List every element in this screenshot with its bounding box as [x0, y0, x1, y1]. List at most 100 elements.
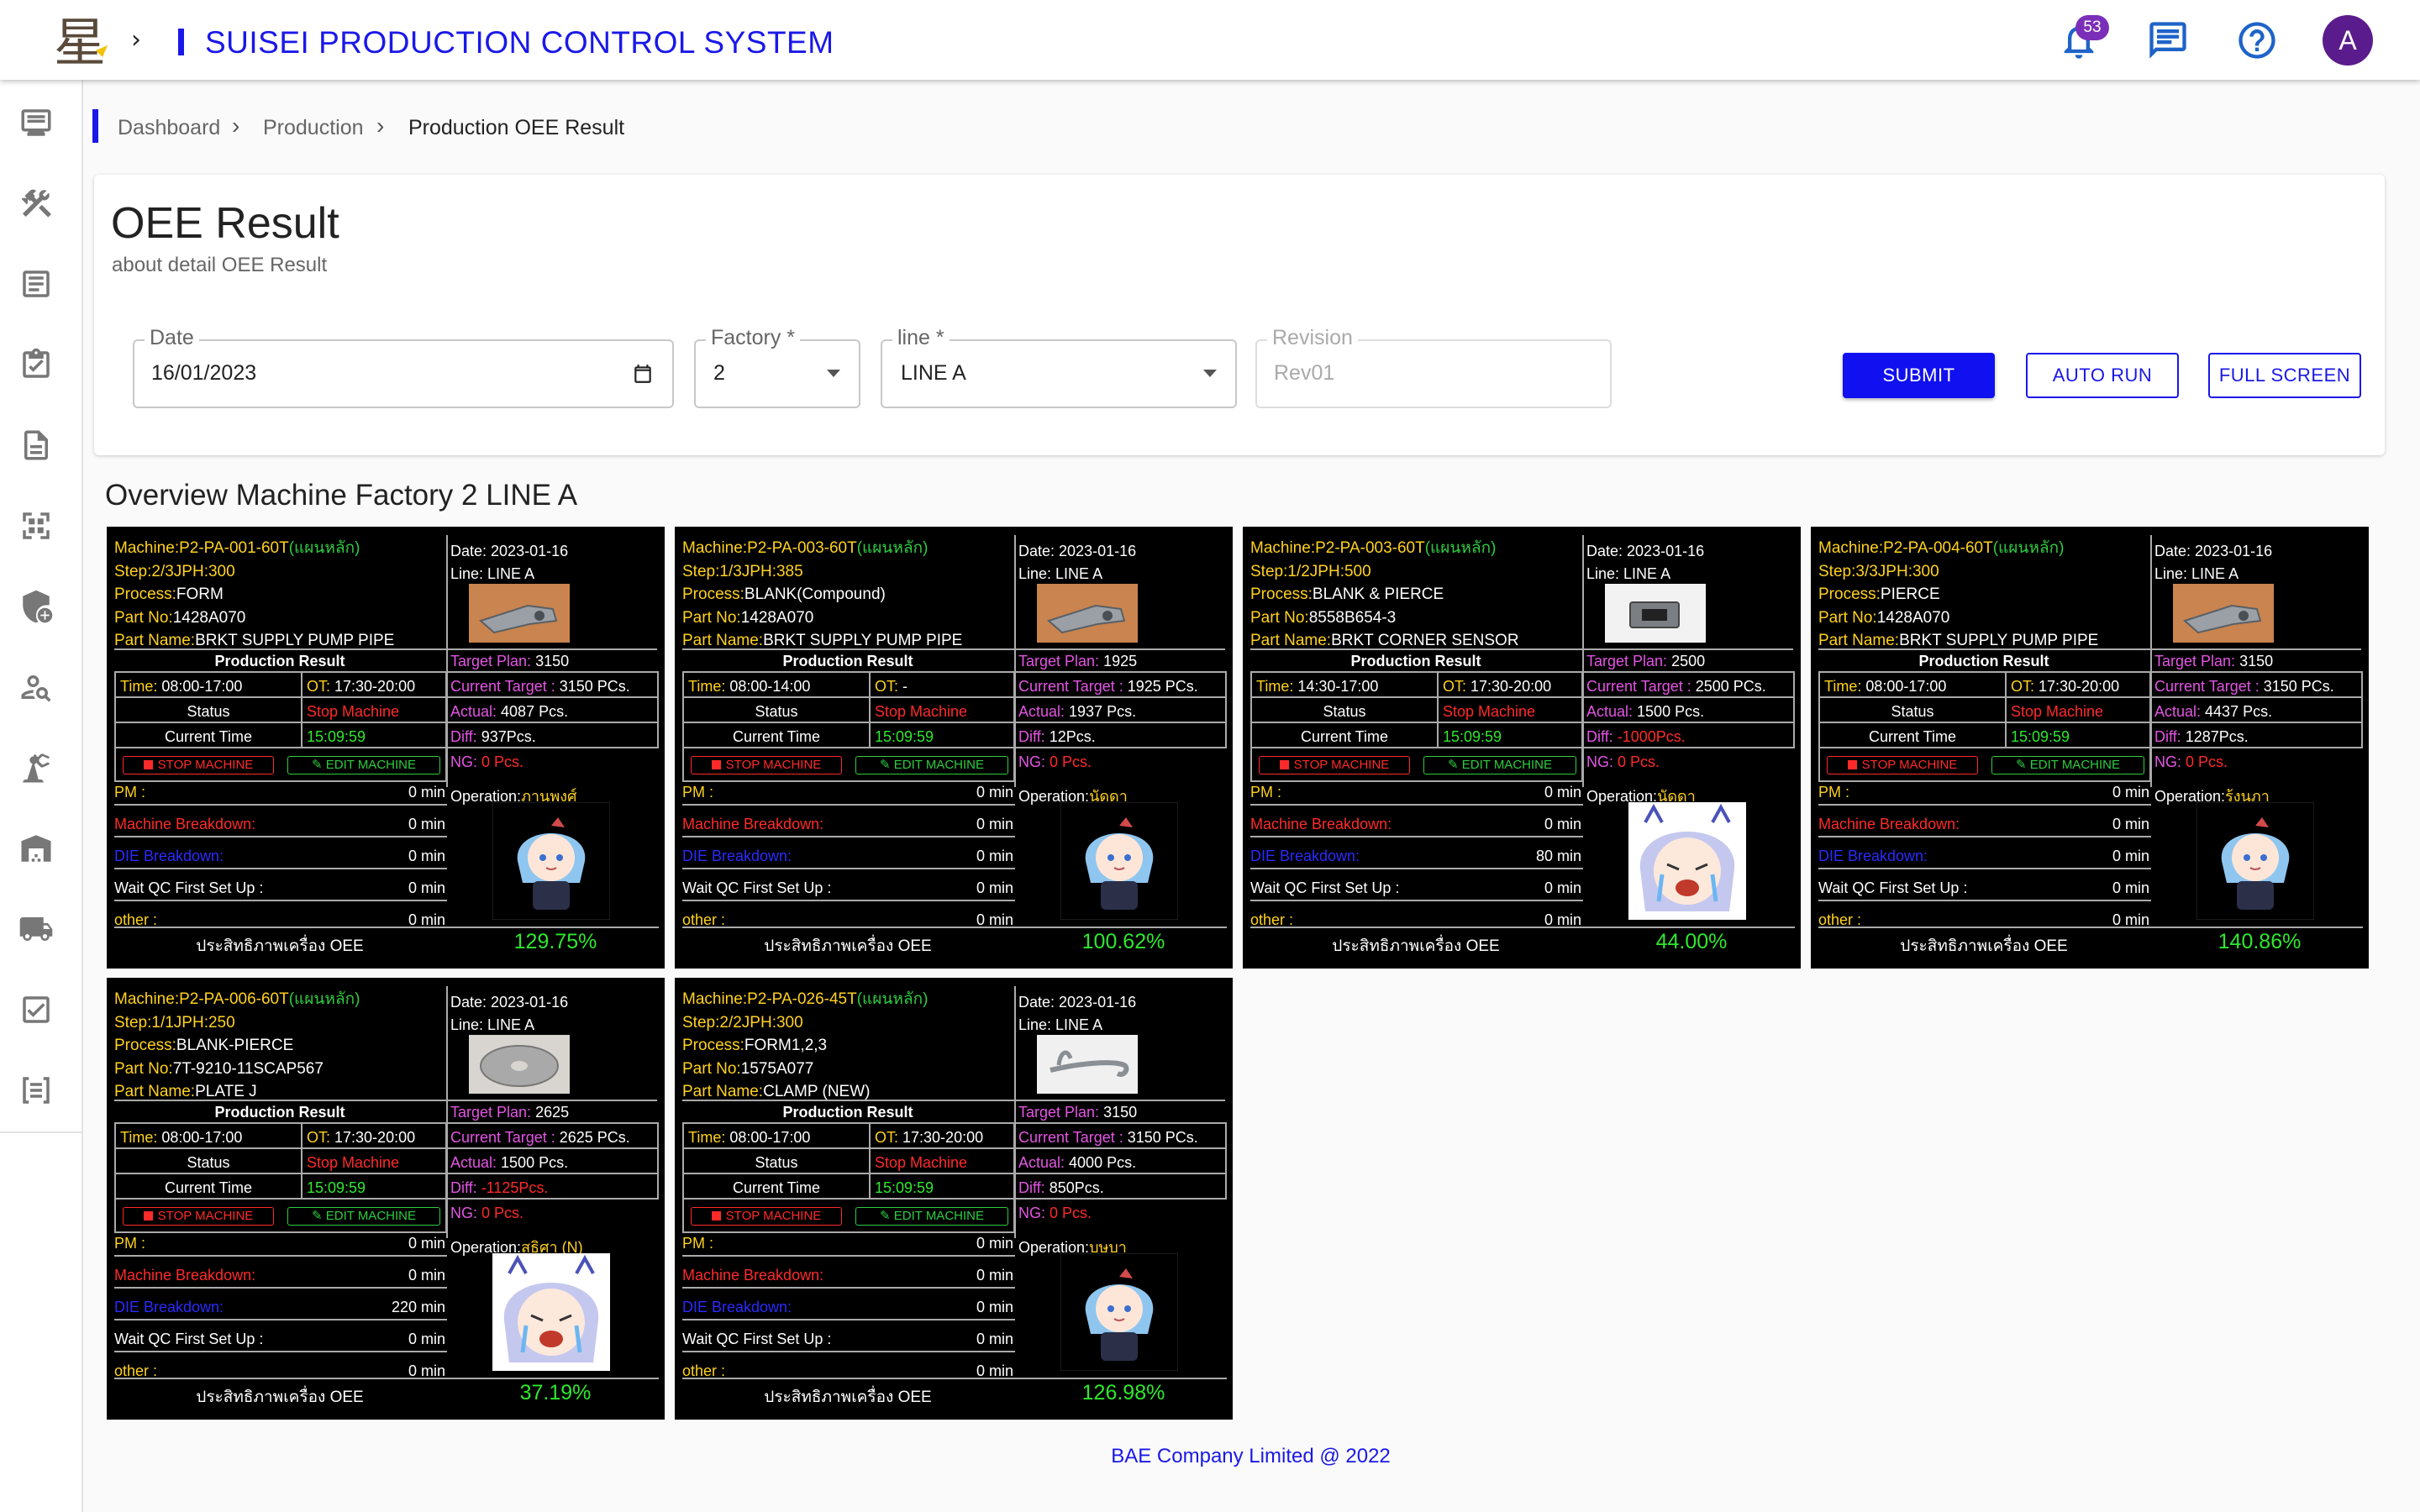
current-target-text: Current Target :	[450, 1129, 560, 1146]
edit-machine-button[interactable]: ✎ EDIT MACHINE	[855, 756, 1008, 774]
panel-row: Date: 2023-01-16	[2154, 540, 2272, 563]
current-time-value: 15:09:59	[307, 1179, 366, 1196]
stop-machine-button[interactable]: STOP MACHINE	[691, 756, 842, 774]
oee-value: 37.19%	[519, 1381, 592, 1404]
panel-divider	[114, 836, 447, 837]
delivery-truck-icon[interactable]	[18, 911, 54, 947]
shield-add-icon[interactable]	[18, 589, 54, 624]
submit-button[interactable]: SUBMIT	[1843, 353, 1995, 398]
robot-arm-icon[interactable]	[18, 750, 54, 785]
part-name-value: CLAMP (NEW)	[763, 1083, 871, 1100]
chat-message-icon[interactable]	[2146, 18, 2190, 62]
machine-value: P2-PA-001-60T	[179, 539, 289, 557]
wait-qc-value: 0 min	[1544, 879, 1581, 896]
panel-divider	[114, 1319, 447, 1320]
factory-value: 2	[713, 361, 725, 385]
edit-machine-button[interactable]: ✎ EDIT MACHINE	[855, 1207, 1008, 1226]
part-name-value: BRKT CORNER SENSOR	[1331, 632, 1519, 649]
production-result-header: Production Result	[1350, 653, 1481, 669]
chibi-avatar-image	[492, 801, 611, 921]
wait-qc-text: Wait QC First Set Up :	[114, 879, 264, 896]
help-question-icon[interactable]	[2235, 18, 2279, 62]
machine-note-text: (แผนหลัก)	[856, 990, 929, 1008]
panel-row: Current Target : 1925 PCs.	[1018, 678, 1198, 696]
edit-machine-button[interactable]: ✎ EDIT MACHINE	[1991, 756, 2144, 774]
checkbox-task-icon[interactable]	[18, 992, 54, 1027]
stop-machine-button[interactable]: STOP MACHINE	[1259, 756, 1410, 774]
full-screen-button[interactable]: FULL SCREEN	[2208, 353, 2361, 398]
chevron-down-icon[interactable]	[1203, 370, 1217, 377]
date-value[interactable]: 16/01/2023	[151, 361, 256, 386]
actual-value: 1937 Pcs.	[1069, 703, 1137, 720]
stop-machine-button[interactable]: STOP MACHINE	[691, 1207, 842, 1226]
target-plan-value: 2625	[535, 1104, 570, 1121]
users-manage-icon[interactable]	[18, 669, 54, 705]
chevron-down-icon[interactable]	[827, 370, 840, 377]
current-time-text: Current Time	[1300, 728, 1389, 745]
clipboard-check-icon[interactable]	[18, 347, 54, 382]
tools-icon[interactable]	[18, 186, 54, 221]
part-no-text: Part No:	[114, 608, 173, 627]
machine-note-text: (แผนหลัก)	[1424, 539, 1497, 557]
panel-divider	[1250, 927, 1795, 928]
date-text: Date:	[450, 543, 492, 559]
document-list-icon[interactable]	[18, 266, 54, 302]
breadcrumb-production[interactable]: Production	[263, 116, 364, 140]
panel-row: Time: 08:00-14:00	[688, 678, 810, 696]
qr-scan-icon[interactable]	[18, 508, 54, 543]
part-no-text: Part No:	[1250, 608, 1309, 627]
machine-text: Machine:	[114, 539, 180, 557]
ng-text: NG:	[2154, 753, 2186, 770]
status-value: Stop Machine	[307, 1154, 400, 1171]
stop-machine-text: STOP MACHINE	[157, 758, 254, 772]
machine-breakdown-value: 0 min	[1544, 816, 1581, 832]
stop-machine-button[interactable]: STOP MACHINE	[123, 756, 274, 774]
user-avatar[interactable]: A	[2323, 15, 2373, 66]
oee-value: 140.86%	[2217, 930, 2302, 953]
time-text: Time:	[120, 678, 162, 695]
menu-expand-chevron-icon[interactable]: ›	[131, 25, 141, 55]
suisei-logo[interactable]: 星	[49, 8, 116, 73]
machine-note-text: (แผนหลัก)	[288, 539, 360, 557]
edit-machine-button[interactable]: ✎ EDIT MACHINE	[287, 1207, 440, 1226]
stop-machine-button[interactable]: STOP MACHINE	[123, 1207, 274, 1226]
machine-panel-3: Machine:P2-PA-003-60T(แผนหลัก) Step:1/2J…	[1243, 527, 1801, 969]
panel-row: Process:BLANK & PIERCE	[1250, 583, 1586, 606]
edit-machine-button[interactable]: ✎ EDIT MACHINE	[287, 756, 440, 774]
stop-machine-button[interactable]: STOP MACHINE	[1827, 756, 1978, 774]
actual-value: 1500 Pcs.	[501, 1154, 569, 1171]
calendar-icon[interactable]	[632, 363, 654, 385]
process-value: BLANK-PIERCE	[176, 1037, 294, 1054]
panel-divider	[682, 804, 1015, 806]
machine-text: Machine:	[1818, 539, 1884, 557]
current-target-text: Current Target :	[1018, 1129, 1128, 1146]
panel-row: Date: 2023-01-16	[450, 991, 568, 1014]
stop-square-icon	[143, 760, 153, 769]
time-value: 08:00-14:00	[729, 678, 811, 695]
panel-row: PM : 0 min	[682, 1235, 1013, 1252]
ot-value: 17:30-20:00	[2039, 678, 2120, 695]
monitor-list-icon[interactable]	[18, 105, 54, 140]
panel-divider	[1250, 836, 1583, 837]
chibi-avatar-image	[1060, 801, 1179, 921]
time-value: 08:00-17:00	[161, 678, 243, 695]
report-frame-icon[interactable]	[18, 1073, 54, 1108]
breadcrumb-dashboard[interactable]: Dashboard	[118, 116, 220, 140]
auto-run-button[interactable]: AUTO RUN	[2026, 353, 2179, 398]
diff-text: Diff:	[1018, 728, 1050, 745]
other-text: other :	[1818, 911, 1862, 928]
file-text-icon[interactable]	[18, 428, 54, 463]
edit-machine-button[interactable]: ✎ EDIT MACHINE	[1423, 756, 1576, 774]
panel-row: Date: 2023-01-16	[1018, 540, 1136, 563]
panel-row: Time: 08:00-17:00	[688, 1129, 810, 1147]
ng-text: NG:	[1586, 753, 1618, 770]
ng-text: NG:	[450, 1205, 482, 1221]
warehouse-icon[interactable]	[18, 831, 54, 866]
oee-value: 129.75%	[513, 930, 597, 953]
step-text: Step:	[1250, 562, 1288, 580]
panel-row: Current Target : 3150 PCs.	[1018, 1129, 1198, 1147]
die-breakdown-text: DIE Breakdown:	[1250, 848, 1360, 864]
process-value: BLANK(Compound)	[744, 585, 886, 603]
stop-square-icon	[711, 760, 721, 769]
ot-text: OT:	[2011, 678, 2039, 695]
